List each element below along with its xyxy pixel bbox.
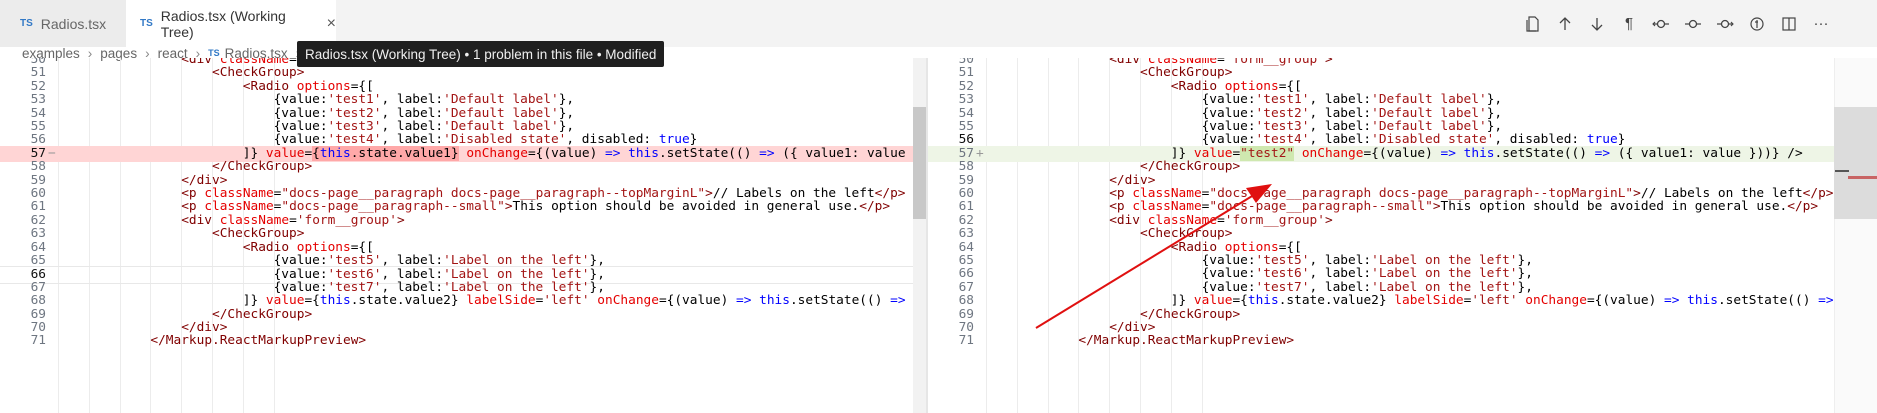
open-file-icon[interactable]: [1517, 8, 1549, 40]
commit-icon[interactable]: [1645, 8, 1677, 40]
close-icon[interactable]: ×: [327, 15, 336, 33]
blame-icon[interactable]: [1741, 8, 1773, 40]
arrow-down-icon[interactable]: [1581, 8, 1613, 40]
more-actions-icon[interactable]: ···: [1805, 8, 1837, 40]
overview-change-marker: [1848, 176, 1877, 179]
editor-toolbar: ¶ ···: [1517, 0, 1837, 47]
line-number: 71: [30, 333, 46, 349]
typescript-file-icon: TS: [208, 48, 220, 58]
diff-editor-original[interactable]: 50<div className='form__group'>51<CheckG…: [0, 58, 926, 413]
tab-label: Radios.tsx (Working Tree): [160, 7, 286, 40]
typescript-file-icon: TS: [140, 18, 153, 29]
git-commit-icon[interactable]: [1709, 8, 1741, 40]
pilcrow-icon[interactable]: ¶: [1613, 8, 1645, 40]
arrow-up-icon[interactable]: [1549, 8, 1581, 40]
split-editor-icon[interactable]: [1773, 8, 1805, 40]
typescript-file-icon: TS: [20, 18, 33, 29]
code-line[interactable]: 71 </Markup.ReactMarkupPreview>: [928, 333, 1877, 349]
code-text: </Markup.ReactMarkupPreview>: [1078, 333, 1295, 349]
code-line[interactable]: 71 </Markup.ReactMarkupPreview>: [0, 333, 926, 349]
tab-label: Radios.tsx: [40, 15, 107, 32]
line-number: 71: [958, 333, 974, 349]
scrollbar-thumb-left[interactable]: [913, 107, 926, 219]
code-text: </Markup.ReactMarkupPreview>: [150, 333, 367, 349]
overview-cursor-marker: [1835, 170, 1849, 172]
diff-editor-modified[interactable]: 50 <div className='form__group'> 51 <CheckG…: [928, 58, 1877, 413]
scrollbar-thumb-right[interactable]: [1834, 107, 1877, 219]
commit-compare-icon[interactable]: [1677, 8, 1709, 40]
tab-tooltip: Radios.tsx (Working Tree) • 1 problem in…: [297, 41, 665, 67]
